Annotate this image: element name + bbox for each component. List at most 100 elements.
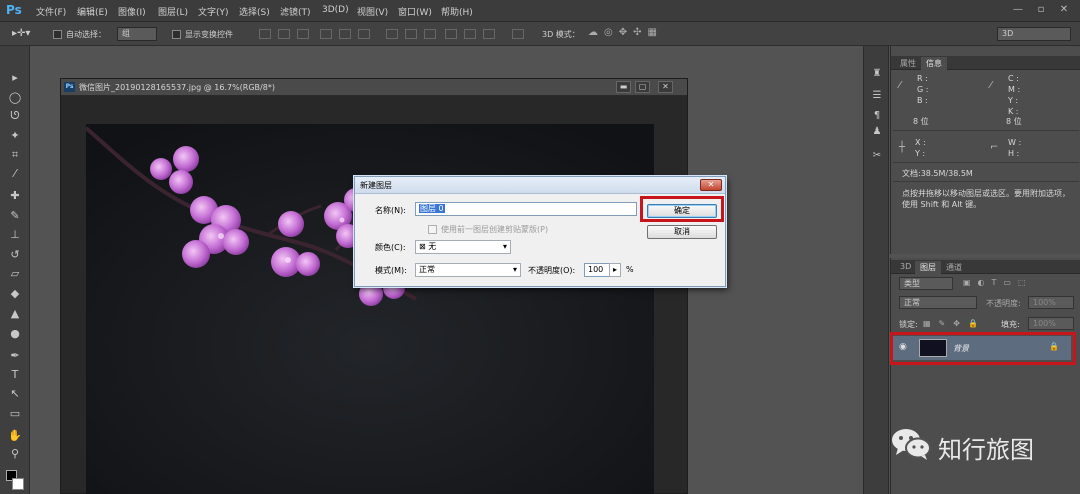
pen-tool-icon[interactable]: ✒ [7, 348, 23, 364]
info-h-label: H : [1008, 149, 1020, 158]
menu-edit[interactable]: 编辑(E) [77, 5, 108, 18]
layer-filter-icons[interactable]: ▣◐T▭⬚ [963, 278, 1033, 287]
tools-panel: ▸ ◯ ᘎ ✦ ⌗ ⁄ ✚ ✎ ⊥ ↺ ▱ ◆ ▲ ● ✒ T ↖ ▭ ✋ ⚲ [0, 46, 30, 494]
layer-filter-dropdown[interactable]: 类型 [899, 277, 953, 290]
distribute-vcenter-icon[interactable] [405, 29, 417, 39]
tab-layers[interactable]: 图层 [915, 261, 941, 274]
dialog-close-icon[interactable]: ✕ [700, 179, 722, 191]
type-tool-icon[interactable]: T [7, 367, 23, 383]
cancel-button[interactable]: 取消 [647, 225, 717, 239]
photoshop-logo: Ps [6, 3, 22, 17]
distribute-hcenter-icon[interactable] [464, 29, 476, 39]
menu-help[interactable]: 帮助(H) [441, 5, 473, 18]
info-y-label: Y : [1008, 96, 1019, 105]
history-panel-icon[interactable]: ♜ [869, 66, 885, 82]
crop-tool-icon[interactable]: ⌗ [7, 147, 23, 163]
move-tool-icon[interactable]: ▸✛▾ [12, 28, 30, 39]
tab-3d[interactable]: 3D [895, 261, 916, 274]
tools-preset-icon[interactable]: ✂ [869, 148, 885, 164]
history-brush-icon[interactable]: ↺ [7, 247, 23, 263]
hand-tool-icon[interactable]: ✋ [7, 428, 23, 444]
layer-opacity-label: 不透明度: [986, 299, 1021, 308]
healing-brush-icon[interactable]: ✚ [7, 188, 23, 204]
options-bar: ▸✛▾ 自动选择： 组 显示变换控件 3D 模式： ☁◎✥✣▦ 3D [0, 22, 1080, 46]
menu-layer[interactable]: 图层(L) [158, 5, 188, 18]
align-hcenter-icon[interactable] [339, 29, 351, 39]
adjustments-panel-icon[interactable]: ☰ [869, 88, 885, 104]
tab-properties[interactable]: 属性 [895, 57, 921, 70]
info-divider [893, 162, 1079, 163]
opacity-stepper[interactable]: ▸ [609, 263, 621, 277]
info-k-label: K : [1008, 107, 1019, 116]
magic-wand-icon[interactable]: ✦ [7, 128, 23, 144]
distribute-bottom-icon[interactable] [424, 29, 436, 39]
character-panel-icon[interactable]: ¶ [869, 108, 885, 124]
menu-view[interactable]: 视图(V) [357, 5, 388, 18]
lock-icons[interactable]: ▦✎✥🔒 [923, 319, 986, 328]
zoom-tool-icon[interactable]: ⚲ [7, 446, 23, 462]
menu-file[interactable]: 文件(F) [36, 5, 66, 18]
restore-icon[interactable]: ▫ [1033, 4, 1049, 16]
align-vcenter-icon[interactable] [278, 29, 290, 39]
clip-mask-checkbox[interactable] [428, 225, 437, 234]
menu-filter[interactable]: 滤镜(T) [280, 5, 311, 18]
eraser-icon[interactable]: ▱ [7, 266, 23, 282]
minimize-icon[interactable]: — [1010, 4, 1026, 16]
layer-opacity-field[interactable]: 100% [1028, 296, 1074, 309]
distribute-right-icon[interactable] [483, 29, 495, 39]
auto-select-dropdown[interactable]: 组 [117, 27, 157, 41]
show-transform-label: 显示变换控件 [185, 30, 233, 39]
align-right-icon[interactable] [358, 29, 370, 39]
move-tool-icon[interactable]: ▸ [7, 70, 23, 86]
color-dropdown[interactable]: ⊠ 无 ▾ [415, 240, 511, 254]
3d-mode-icons[interactable]: ☁◎✥✣▦ [588, 27, 663, 38]
fill-field[interactable]: 100% [1028, 317, 1074, 330]
auto-select-checkbox[interactable] [53, 30, 62, 39]
styles-panel-icon[interactable]: ♟ [869, 124, 885, 140]
show-transform-checkbox[interactable] [172, 30, 181, 39]
tab-info[interactable]: 信息 [921, 57, 947, 70]
background-color-swatch[interactable] [12, 478, 24, 490]
close-icon[interactable]: ✕ [1056, 4, 1072, 16]
lasso-tool-icon[interactable]: ᘎ [7, 108, 23, 124]
doc-maximize-icon[interactable]: ▢ [635, 81, 650, 93]
info-hint: 点按并拖移以移动图层或选区。要用附加选项，使用 Shift 和 Alt 键。 [902, 189, 1070, 209]
doc-close-icon[interactable]: ✕ [658, 81, 673, 93]
clone-stamp-icon[interactable]: ⊥ [7, 227, 23, 243]
menu-window[interactable]: 窗口(W) [398, 5, 432, 18]
align-top-icon[interactable] [259, 29, 271, 39]
menu-select[interactable]: 选择(S) [239, 5, 270, 18]
document-title: 微信图片_20190128165537.jpg @ 16.7%(RGB/8*) [79, 83, 275, 92]
doc-minimize-icon[interactable]: ▬ [616, 81, 631, 93]
menu-type[interactable]: 文字(Y) [198, 5, 229, 18]
brush-tool-icon[interactable]: ✎ [7, 208, 23, 224]
menu-image[interactable]: 图像(I) [118, 5, 146, 18]
align-bottom-icon[interactable] [297, 29, 309, 39]
dialog-titlebar[interactable]: 新建图层 ✕ [355, 177, 725, 194]
eyedropper-icon[interactable]: ⁄ [7, 166, 23, 182]
layers-tab-row: 3D 图层 通道 [891, 260, 1080, 274]
document-titlebar[interactable]: Ps 微信图片_20190128165537.jpg @ 16.7%(RGB/8… [61, 79, 687, 96]
selection-size-icon: ⌐ [990, 142, 999, 153]
eyedropper-rgb-icon: ⁄ [899, 80, 901, 91]
layer-name-input[interactable]: 图层 0 [415, 202, 637, 216]
auto-align-icon[interactable] [512, 29, 524, 39]
workspace-dropdown[interactable]: 3D [997, 27, 1071, 41]
shape-tool-icon[interactable]: ▭ [7, 406, 23, 422]
blend-mode-dropdown[interactable]: 正常 [899, 296, 977, 309]
blur-tool-icon[interactable]: ▲ [7, 306, 23, 322]
opacity-input[interactable]: 100 [584, 263, 610, 277]
align-left-icon[interactable] [320, 29, 332, 39]
tab-channels[interactable]: 通道 [941, 261, 967, 274]
dodge-tool-icon[interactable]: ● [7, 326, 23, 342]
opacity-label: 不透明度(O): [528, 266, 576, 275]
mode-dropdown[interactable]: 正常 ▾ [415, 263, 521, 277]
menu-3d[interactable]: 3D(D) [322, 5, 349, 15]
path-select-icon[interactable]: ↖ [7, 386, 23, 402]
paint-bucket-icon[interactable]: ◆ [7, 286, 23, 302]
distribute-top-icon[interactable] [386, 29, 398, 39]
chevron-down-icon: ▾ [512, 265, 517, 274]
marquee-tool-icon[interactable]: ◯ [7, 90, 23, 106]
distribute-left-icon[interactable] [445, 29, 457, 39]
new-layer-dialog: 新建图层 ✕ 名称(N): 图层 0 使用前一图层创建剪贴蒙版(P) 颜色(C)… [354, 176, 726, 287]
